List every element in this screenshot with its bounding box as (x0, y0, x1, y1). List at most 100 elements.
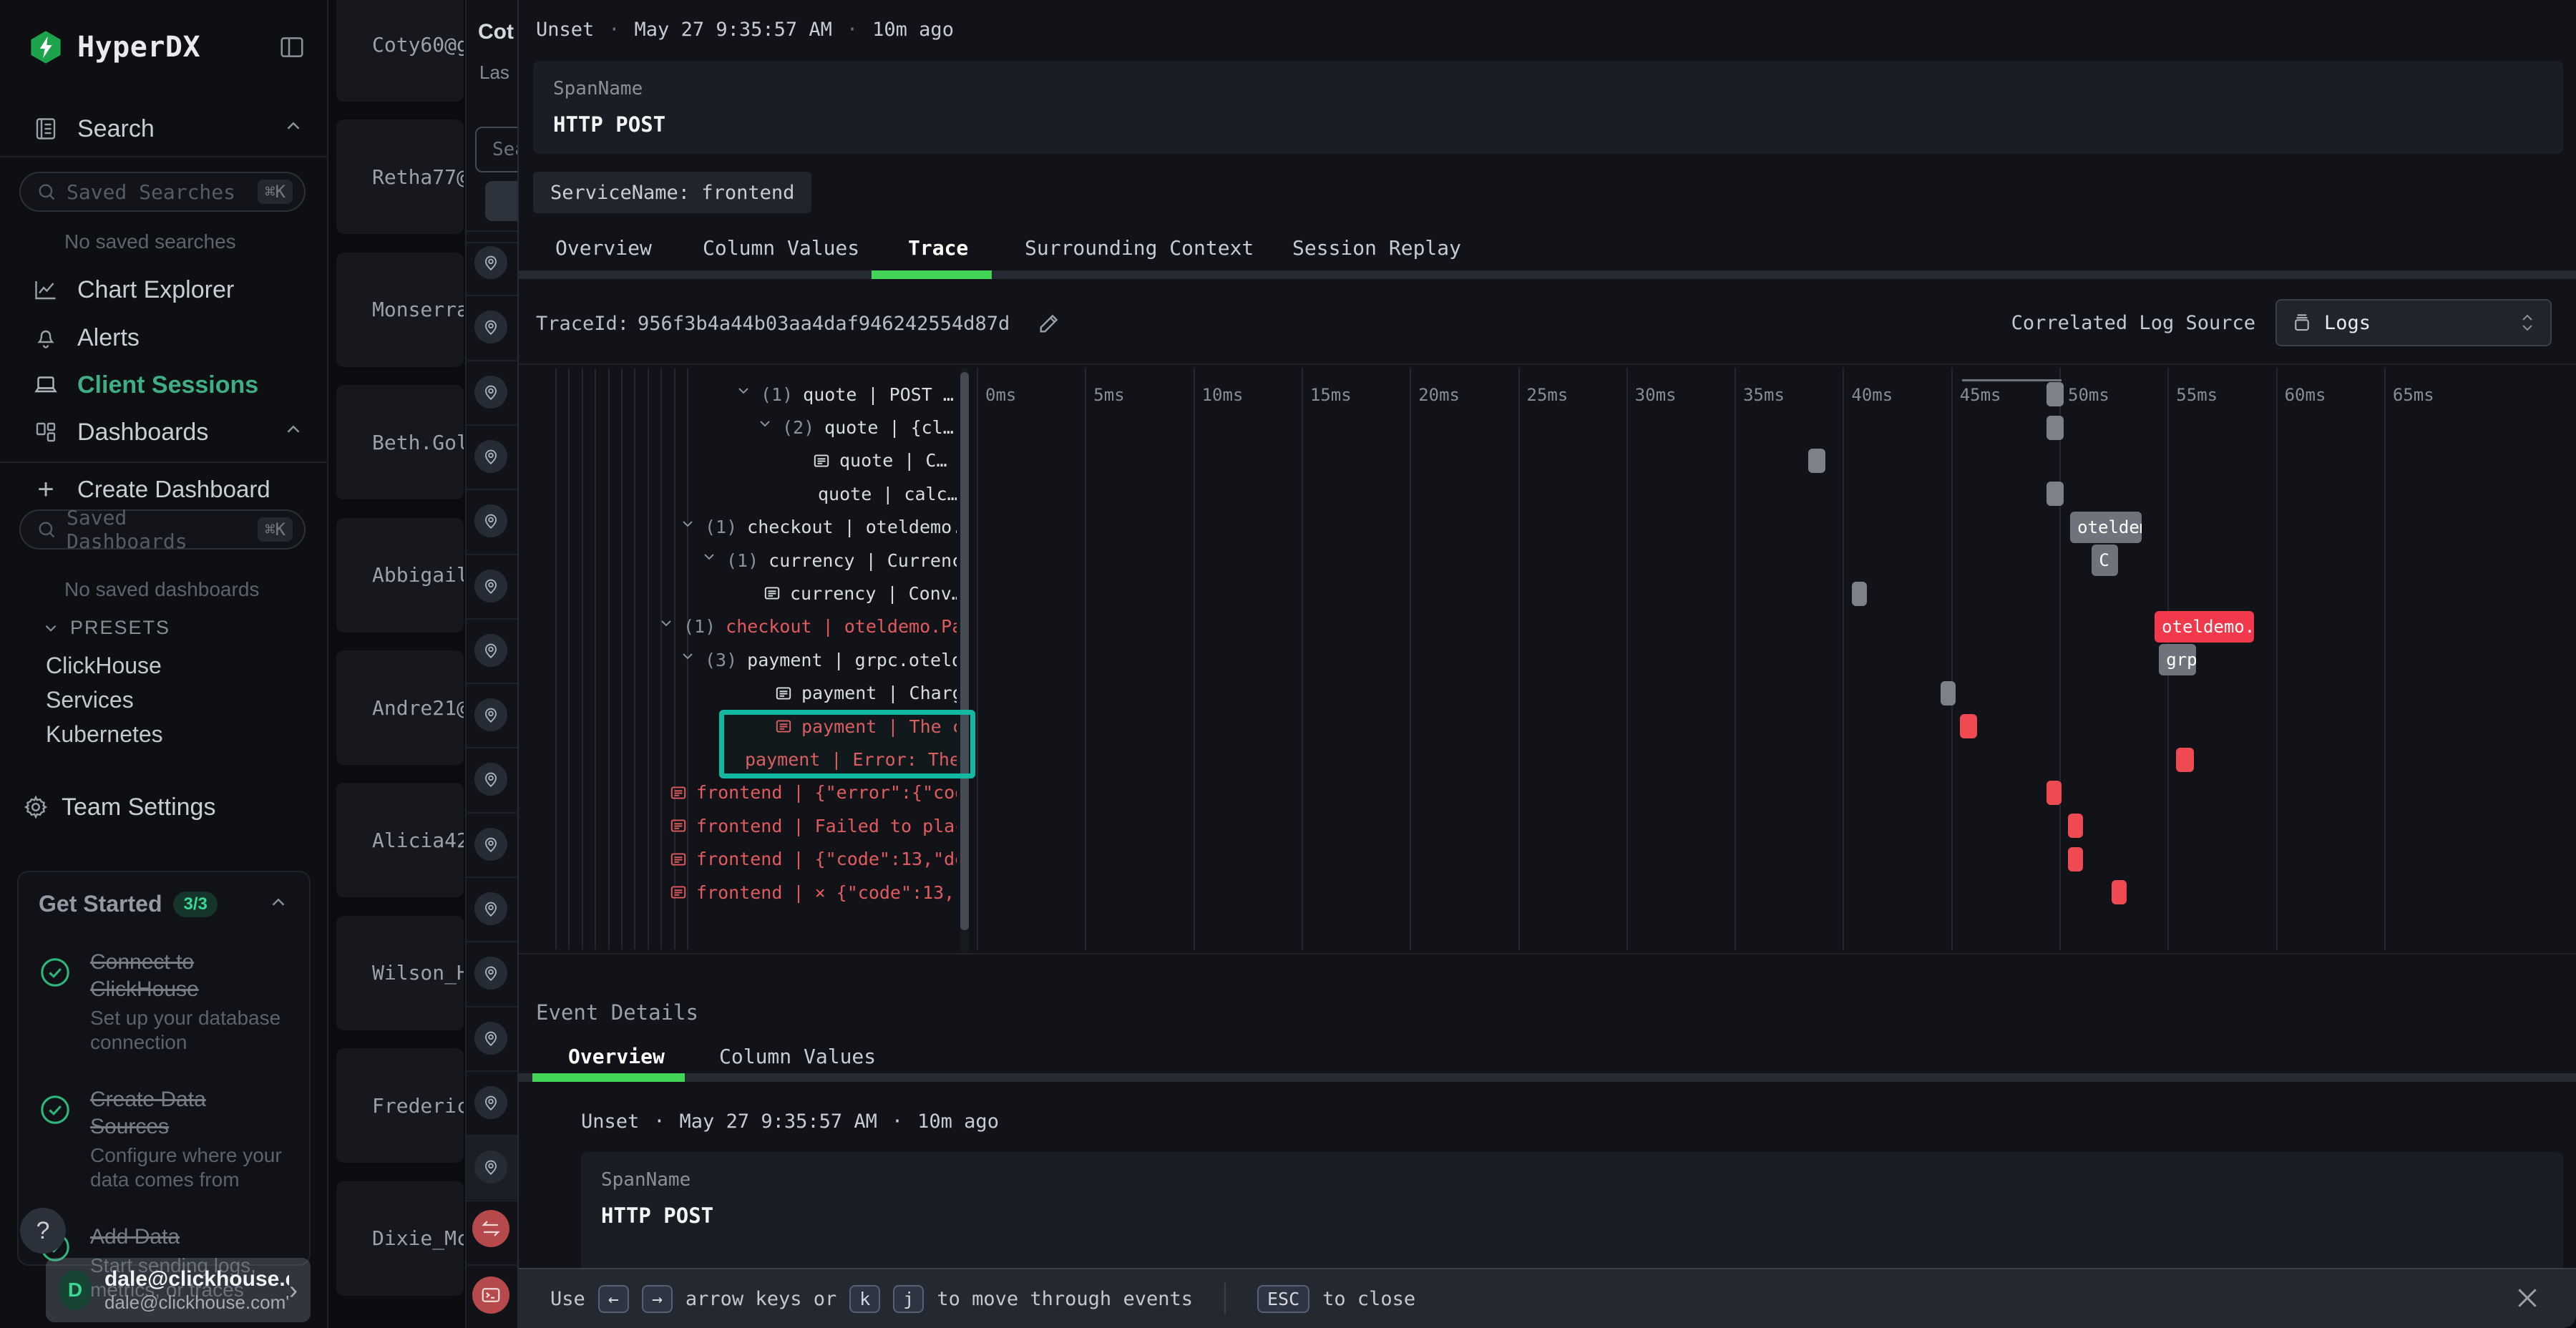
edit-pencil-icon[interactable] (1037, 311, 1061, 336)
location-pin-icon[interactable] (474, 440, 507, 473)
sidebar-collapse-icon[interactable] (278, 34, 306, 61)
span-duration-bar[interactable] (2046, 482, 2064, 506)
tab-column-values[interactable]: Column Values (719, 1045, 876, 1068)
span-duration-chip[interactable]: oteldemo. (2070, 512, 2142, 543)
tab-column-values[interactable]: Column Values (703, 236, 859, 260)
j-key[interactable]: j (893, 1285, 924, 1313)
location-pin-icon[interactable] (474, 828, 507, 861)
span-duration-bar[interactable] (2176, 748, 2193, 772)
span-duration-bar[interactable] (1941, 681, 1956, 706)
events-search-input[interactable]: Sea (475, 127, 517, 172)
session-list-item[interactable]: Monserra (336, 253, 464, 367)
trace-tree-row[interactable]: payment | Charge … (533, 677, 957, 710)
presets-toggle[interactable]: PRESETS (42, 617, 170, 639)
session-list-item[interactable]: Coty60@g (336, 0, 464, 102)
tab-overview[interactable]: Overview (568, 1045, 665, 1068)
trace-tree-row[interactable]: (1)checkout | oteldemo.Pa… (533, 610, 957, 643)
session-list-item[interactable]: Beth.Gol (336, 385, 464, 499)
log-source-select[interactable]: Logs (2275, 299, 2552, 346)
session-list-item[interactable]: Retha77@ (336, 119, 464, 234)
chevron-up-icon[interactable] (268, 892, 289, 917)
trace-tree-row[interactable]: frontend | × {"code":13,"d… (533, 876, 957, 909)
chevron-down-icon[interactable] (679, 515, 696, 537)
location-pin-icon[interactable] (474, 1022, 507, 1055)
span-duration-chip[interactable]: oteldemo. (2155, 611, 2254, 643)
esc-key[interactable]: ESC (1257, 1285, 1309, 1313)
close-icon[interactable] (2510, 1281, 2545, 1315)
tab-session-replay[interactable]: Session Replay (1292, 236, 1461, 260)
user-menu[interactable]: D dale@clickhouse.com dale@clickhouse.co… (46, 1258, 311, 1322)
chevron-down-icon[interactable] (658, 615, 675, 636)
location-pin-icon[interactable] (474, 570, 507, 602)
session-list-item[interactable]: Frederic (336, 1048, 464, 1163)
session-list-item[interactable]: Abbigail (336, 518, 464, 633)
arrow-left-key[interactable]: ← (598, 1285, 629, 1313)
tab-overview[interactable]: Overview (555, 236, 652, 260)
trace-tree-row[interactable]: quote | calc… (533, 477, 957, 510)
location-pin-icon[interactable] (474, 311, 507, 343)
trace-tree-row[interactable]: currency | Conv… (533, 577, 957, 610)
tab-surrounding-context[interactable]: Surrounding Context (1025, 236, 1254, 260)
span-label: currency | Conv… (790, 583, 957, 604)
error-terminal-icon[interactable] (472, 1276, 509, 1314)
span-duration-chip[interactable]: grp (2159, 644, 2195, 675)
arrow-right-key[interactable]: → (642, 1285, 673, 1313)
span-duration-bar[interactable] (2068, 814, 2083, 838)
trace-tree-row[interactable]: (1)quote | POST … (533, 378, 957, 411)
sidebar-item-client-sessions[interactable]: Client Sessions (0, 362, 328, 408)
location-pin-icon[interactable] (474, 246, 507, 279)
span-duration-bar[interactable] (2046, 382, 2064, 406)
session-list-item[interactable]: Dixie_Mc (336, 1181, 464, 1296)
chevron-down-icon[interactable] (735, 382, 752, 404)
span-duration-bar[interactable] (1808, 449, 1825, 473)
trace-tree-row[interactable]: (3)payment | grpc.oteld… (533, 643, 957, 676)
span-duration-bar[interactable] (2112, 880, 2127, 904)
events-filter-button[interactable] (485, 181, 517, 221)
help-button[interactable]: ? (20, 1208, 66, 1254)
location-pin-icon[interactable] (474, 504, 507, 537)
tree-scrollbar[interactable] (960, 368, 969, 953)
sidebar-item-dashboards[interactable]: Dashboards (0, 409, 328, 455)
chevron-down-icon[interactable] (679, 648, 696, 669)
preset-kubernetes[interactable]: Kubernetes (46, 721, 163, 748)
span-duration-bar[interactable] (1852, 582, 1867, 606)
location-pin-icon[interactable] (474, 376, 507, 409)
span-duration-bar[interactable] (2046, 781, 2062, 805)
sidebar-item-alerts[interactable]: Alerts (0, 315, 328, 361)
service-name-chip[interactable]: ServiceName: frontend (533, 172, 811, 213)
location-pin-icon[interactable] (474, 1086, 507, 1119)
session-list-item[interactable]: Andre21@ (336, 650, 464, 765)
error-swap-icon[interactable] (472, 1210, 509, 1247)
location-pin-icon[interactable] (474, 892, 507, 925)
location-pin-icon[interactable] (474, 698, 507, 731)
preset-clickhouse[interactable]: ClickHouse (46, 653, 162, 679)
location-pin-icon[interactable] (474, 957, 507, 990)
sidebar-item-chart-explorer[interactable]: Chart Explorer (0, 267, 328, 313)
saved-dashboards-input[interactable]: Saved Dashboards ⌘K (19, 509, 306, 550)
session-list-item[interactable]: Alicia42 (336, 783, 464, 897)
trace-tree-row[interactable]: frontend | {"error":{"code… (533, 776, 957, 809)
span-duration-chip[interactable]: C (2092, 545, 2117, 576)
span-duration-bar[interactable] (2068, 847, 2083, 872)
trace-tree-row[interactable]: (1)checkout | oteldemo.… (533, 511, 957, 544)
chevron-down-icon[interactable] (701, 548, 718, 570)
trace-tree-row[interactable]: frontend | Failed to place… (533, 809, 957, 842)
chevron-down-icon[interactable] (756, 415, 774, 436)
preset-services[interactable]: Services (46, 687, 134, 713)
sidebar-item-team-settings[interactable]: Team Settings (0, 784, 328, 830)
k-key[interactable]: k (849, 1285, 880, 1313)
get-started-item[interactable]: Connect to ClickHouseSet up your databas… (39, 949, 289, 1055)
saved-searches-input[interactable]: Saved Searches ⌘K (19, 172, 306, 212)
trace-tree-row[interactable]: quote | C… (533, 444, 957, 477)
trace-tree-row[interactable]: (1)currency | Currenc… (533, 544, 957, 577)
location-pin-icon[interactable] (474, 1151, 507, 1183)
span-duration-bar[interactable] (1960, 714, 1977, 738)
get-started-item[interactable]: Create Data SourcesConfigure where your … (39, 1086, 289, 1192)
span-duration-bar[interactable] (2046, 416, 2064, 440)
trace-tree-row[interactable]: frontend | {"code":13,"det… (533, 843, 957, 876)
session-list-item[interactable]: Wilson_H (336, 916, 464, 1030)
trace-tree-row[interactable]: (2)quote | {cl… (533, 411, 957, 444)
sidebar-item-search[interactable]: Search (0, 106, 328, 152)
tab-trace[interactable]: Trace (908, 236, 968, 260)
location-pin-icon[interactable] (474, 634, 507, 667)
